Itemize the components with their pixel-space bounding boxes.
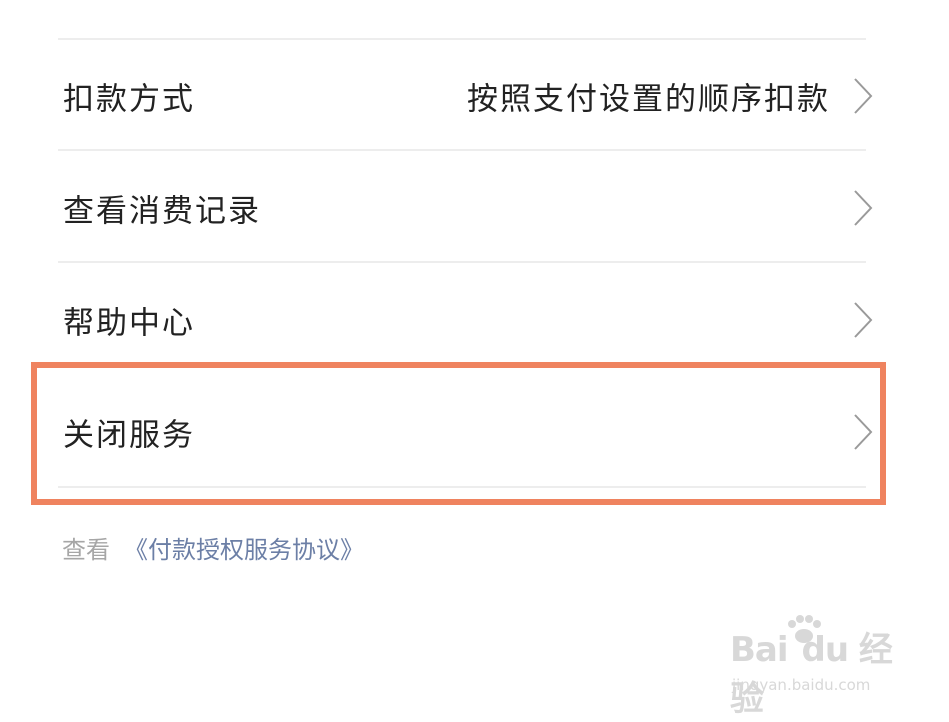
chevron-right-icon	[854, 78, 873, 114]
row-view-records[interactable]: 查看消费记录	[58, 152, 874, 264]
divider	[58, 261, 866, 263]
row-payment-method-label: 扣款方式	[63, 81, 195, 118]
row-help-center-label: 帮助中心	[63, 305, 195, 342]
row-payment-method-value: 按照支付设置的顺序扣款	[467, 81, 830, 118]
baidu-logo: Bai du 经验	[730, 630, 893, 719]
row-close-service[interactable]: 关闭服务	[58, 376, 874, 488]
watermark-url: jingyan.baidu.com	[732, 676, 871, 694]
agreement-footer: 查看 《付款授权服务协议》	[62, 530, 364, 565]
agreement-link[interactable]: 《付款授权服务协议》	[124, 536, 364, 564]
chevron-right-icon	[854, 190, 873, 226]
paw-icon	[788, 615, 821, 643]
divider	[58, 486, 866, 488]
divider	[58, 149, 866, 151]
chevron-right-icon	[854, 302, 873, 338]
baidu-watermark: Bai du 经验 jingyan.baidu.com	[730, 615, 900, 719]
row-help-center[interactable]: 帮助中心	[58, 264, 874, 376]
row-payment-method[interactable]: 扣款方式 按照支付设置的顺序扣款	[58, 40, 874, 152]
chevron-right-icon	[854, 414, 873, 450]
row-view-records-label: 查看消费记录	[63, 193, 261, 230]
footer-prefix: 查看	[62, 536, 110, 564]
row-close-service-label: 关闭服务	[63, 417, 195, 454]
